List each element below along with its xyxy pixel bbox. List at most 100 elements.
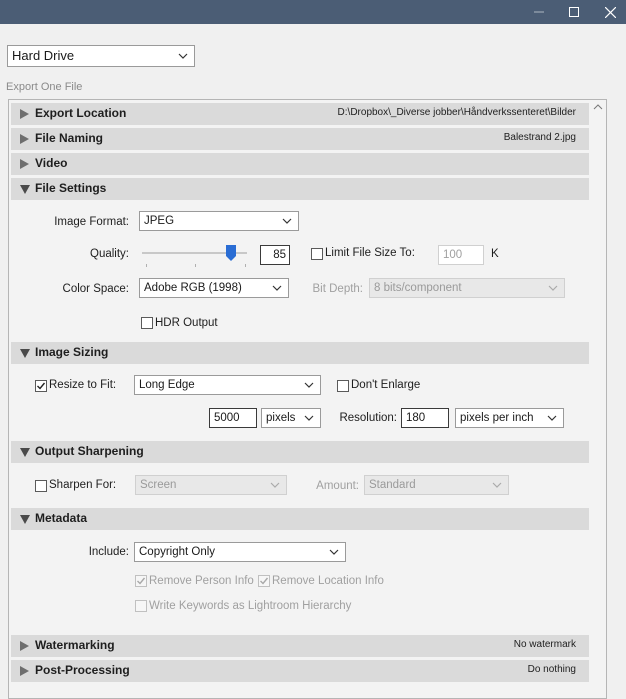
image-format-select[interactable]: JPEG bbox=[139, 211, 299, 231]
quality-label: Quality: bbox=[90, 248, 129, 260]
remove-location-info-label: Remove Location Info bbox=[272, 575, 384, 587]
export-settings-panel: Export Location D:\Dropbox\_Diverse jobb… bbox=[8, 99, 607, 699]
checkmark-icon bbox=[37, 382, 46, 390]
scroll-up-icon[interactable] bbox=[593, 104, 603, 110]
chevron-down-icon bbox=[304, 382, 314, 388]
resize-to-fit-checkbox[interactable] bbox=[35, 380, 47, 392]
section-watermarking[interactable]: Watermarking No watermark bbox=[11, 635, 589, 657]
resolution-input[interactable]: 180 bbox=[401, 408, 449, 428]
dont-enlarge-checkbox[interactable] bbox=[337, 380, 349, 392]
section-video[interactable]: Video bbox=[11, 153, 589, 175]
export-destination-select[interactable]: Hard Drive bbox=[7, 45, 195, 67]
include-select[interactable]: Copyright Only bbox=[134, 542, 346, 562]
quality-input[interactable]: 85 bbox=[260, 245, 290, 265]
remove-location-info-checkbox[interactable] bbox=[258, 575, 270, 587]
expand-arrow-icon bbox=[20, 159, 29, 169]
sharpen-for-label: Sharpen For: bbox=[49, 479, 117, 491]
slider-tick bbox=[245, 264, 246, 267]
size-value-input[interactable]: 5000 bbox=[209, 408, 257, 428]
section-title: Export Location bbox=[35, 106, 127, 120]
limit-file-size-checkbox[interactable] bbox=[311, 248, 323, 260]
resize-to-fit-label: Resize to Fit: bbox=[49, 379, 117, 391]
minimize-button[interactable] bbox=[521, 0, 557, 24]
bit-depth-label: Bit Depth: bbox=[312, 283, 364, 295]
resolution-unit-select[interactable]: pixels per inch bbox=[455, 408, 564, 428]
section-title: Metadata bbox=[35, 511, 88, 525]
size-unit-select[interactable]: pixels bbox=[261, 408, 321, 428]
section-title: Post-Processing bbox=[35, 663, 130, 677]
section-title: Watermarking bbox=[35, 638, 115, 652]
section-title: Output Sharpening bbox=[35, 444, 144, 458]
collapse-arrow-icon bbox=[20, 185, 30, 194]
image-format-value: JPEG bbox=[144, 215, 175, 227]
section-file-naming[interactable]: File Naming Balestrand 2.jpg bbox=[11, 128, 589, 150]
size-unit-value: pixels bbox=[266, 412, 296, 424]
color-space-select[interactable]: Adobe RGB (1998) bbox=[139, 278, 289, 298]
resolution-unit-value: pixels per inch bbox=[460, 412, 534, 424]
image-format-label: Image Format: bbox=[54, 216, 129, 228]
checkmark-icon bbox=[137, 577, 146, 585]
section-metadata[interactable]: Metadata bbox=[11, 508, 589, 530]
close-icon bbox=[604, 6, 616, 18]
amount-select[interactable]: Standard bbox=[364, 475, 509, 495]
chevron-down-icon bbox=[270, 482, 280, 488]
slider-tick bbox=[146, 264, 147, 267]
chevron-down-icon bbox=[547, 415, 557, 421]
chevron-down-icon bbox=[272, 285, 282, 291]
expand-arrow-icon bbox=[20, 641, 29, 651]
limit-file-size-input[interactable]: 100 bbox=[438, 245, 484, 265]
resolution-label: Resolution: bbox=[339, 412, 397, 424]
sharpen-for-checkbox[interactable] bbox=[35, 480, 47, 492]
section-post-processing[interactable]: Post-Processing Do nothing bbox=[11, 660, 589, 682]
checkmark-icon bbox=[260, 577, 269, 585]
section-title: Image Sizing bbox=[35, 345, 109, 359]
chevron-down-icon bbox=[492, 482, 502, 488]
write-keywords-checkbox[interactable] bbox=[135, 600, 147, 612]
maximize-icon bbox=[569, 7, 579, 17]
quality-slider-thumb[interactable] bbox=[226, 245, 237, 261]
section-export-location[interactable]: Export Location D:\Dropbox\_Diverse jobb… bbox=[11, 103, 589, 125]
include-label: Include: bbox=[88, 546, 129, 558]
resize-mode-value: Long Edge bbox=[139, 379, 195, 391]
section-summary: Balestrand 2.jpg bbox=[503, 132, 576, 143]
export-count-label: Export One File bbox=[6, 81, 83, 93]
hdr-output-checkbox[interactable] bbox=[141, 317, 153, 329]
chevron-down-icon bbox=[329, 549, 339, 555]
slider-tick bbox=[195, 264, 196, 267]
export-destination-value: Hard Drive bbox=[12, 48, 75, 63]
color-space-value: Adobe RGB (1998) bbox=[144, 282, 242, 294]
color-space-label: Color Space: bbox=[62, 283, 129, 295]
sharpen-for-value: Screen bbox=[140, 479, 177, 491]
hdr-output-label: HDR Output bbox=[155, 317, 218, 329]
resize-mode-select[interactable]: Long Edge bbox=[134, 375, 321, 395]
sharpen-for-select[interactable]: Screen bbox=[135, 475, 287, 495]
section-file-settings[interactable]: File Settings bbox=[11, 178, 589, 200]
expand-arrow-icon bbox=[20, 134, 29, 144]
maximize-button[interactable] bbox=[556, 0, 592, 24]
bit-depth-value: 8 bits/component bbox=[374, 282, 462, 294]
close-button[interactable] bbox=[592, 0, 626, 24]
expand-arrow-icon bbox=[20, 666, 29, 676]
scrollbar[interactable] bbox=[590, 100, 606, 698]
include-value: Copyright Only bbox=[139, 546, 216, 558]
remove-person-info-checkbox[interactable] bbox=[135, 575, 147, 587]
section-summary: D:\Dropbox\_Diverse jobber\Håndverkssent… bbox=[337, 107, 576, 118]
limit-file-size-label: Limit File Size To: bbox=[325, 247, 415, 259]
collapse-arrow-icon bbox=[20, 349, 30, 358]
chevron-down-icon bbox=[304, 415, 314, 421]
remove-person-info-label: Remove Person Info bbox=[149, 575, 254, 587]
write-keywords-label: Write Keywords as Lightroom Hierarchy bbox=[149, 600, 352, 612]
amount-label: Amount: bbox=[316, 480, 359, 492]
section-image-sizing[interactable]: Image Sizing bbox=[11, 342, 589, 364]
dont-enlarge-label: Don't Enlarge bbox=[351, 379, 421, 391]
chevron-down-icon bbox=[178, 53, 188, 59]
bit-depth-select[interactable]: 8 bits/component bbox=[369, 278, 565, 298]
section-output-sharpening[interactable]: Output Sharpening bbox=[11, 441, 589, 463]
collapse-arrow-icon bbox=[20, 448, 30, 457]
section-summary: No watermark bbox=[513, 639, 576, 650]
amount-value: Standard bbox=[369, 479, 416, 491]
title-bar bbox=[0, 0, 626, 24]
section-summary: Do nothing bbox=[527, 664, 576, 675]
section-title: Video bbox=[35, 156, 68, 170]
limit-file-size-unit: K bbox=[491, 248, 499, 260]
